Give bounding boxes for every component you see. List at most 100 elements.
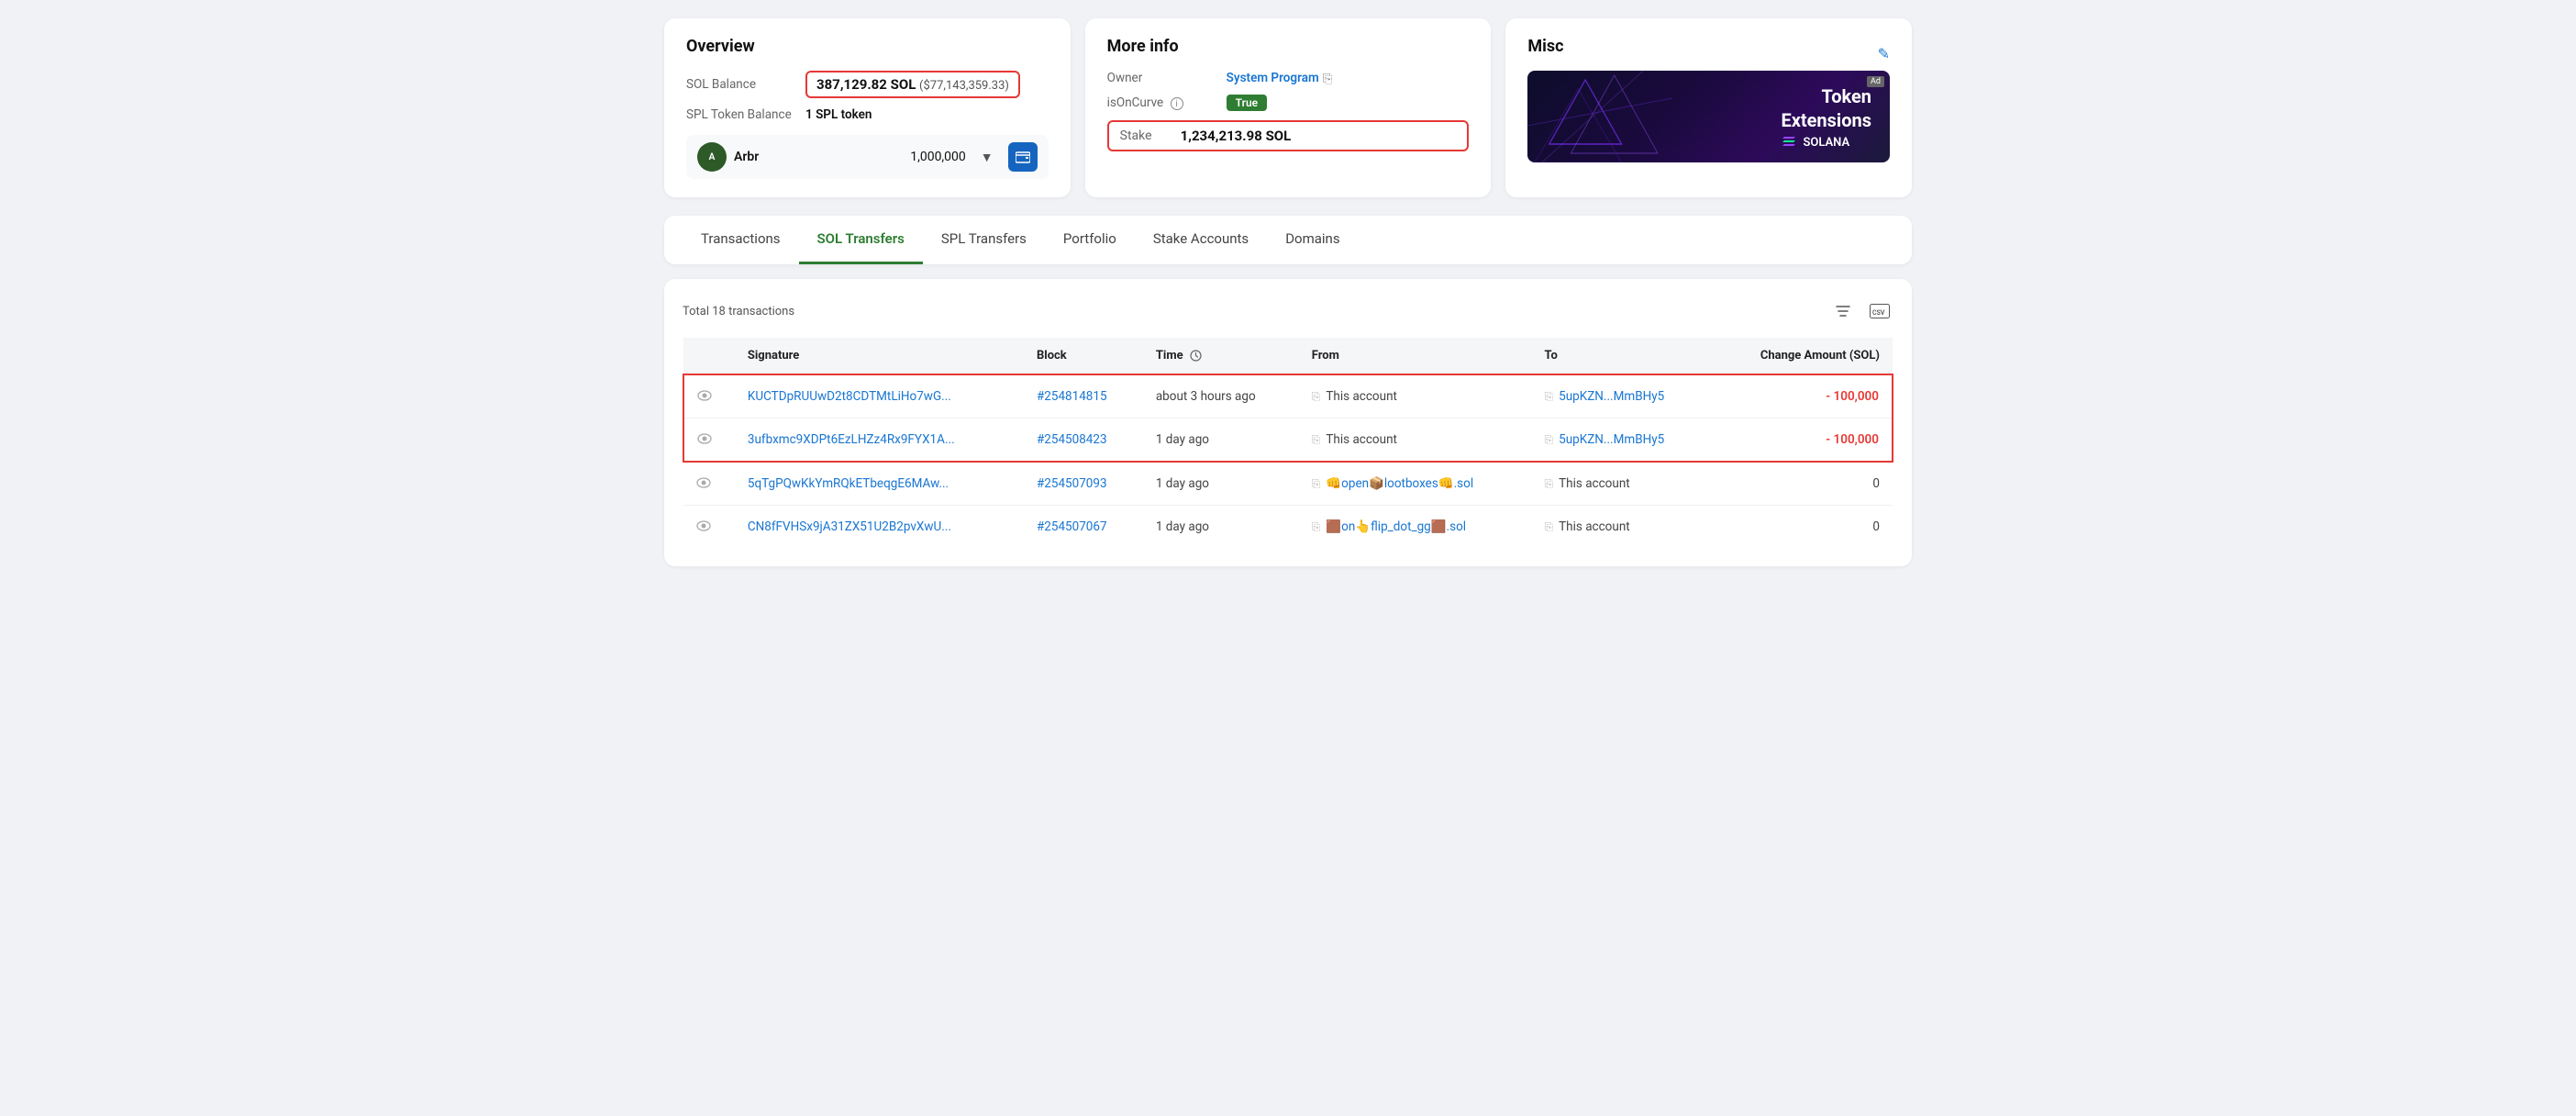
- eye-icon[interactable]: [697, 388, 712, 405]
- sol-balance-box: 387,129.82 SOL ($77,143,359.33): [805, 71, 1020, 98]
- signature-link[interactable]: KUCTDpRUUwD2t8CDTMtLiHo7wG...: [748, 389, 951, 404]
- from-value: This account: [1326, 432, 1397, 447]
- misc-card: Misc ✎ TokenExtensions: [1505, 18, 1912, 197]
- table-actions: CSV: [1829, 297, 1893, 325]
- owner-value[interactable]: System Program: [1227, 71, 1319, 85]
- table-section: Total 18 transactions CSV: [664, 279, 1912, 566]
- copy-to-icon[interactable]: ⎘: [1545, 520, 1554, 534]
- token-amount: 1,000,000: [910, 150, 966, 164]
- from-cell: ⎘ This account: [1299, 418, 1532, 463]
- misc-header: Misc ✎: [1527, 37, 1890, 71]
- svg-text:CSV: CSV: [1872, 309, 1885, 317]
- stake-label: Stake: [1120, 128, 1166, 143]
- copy-from-icon[interactable]: ⎘: [1312, 477, 1321, 491]
- col-time: Time: [1143, 338, 1299, 374]
- is-on-curve-info-icon[interactable]: i: [1171, 97, 1183, 110]
- ad-text: TokenExtensions: [1781, 84, 1871, 132]
- is-on-curve-label: isOnCurve i: [1107, 95, 1227, 110]
- dropdown-icon[interactable]: ▼: [981, 150, 994, 165]
- copy-icon[interactable]: ⎘: [1323, 72, 1336, 84]
- copy-from-icon[interactable]: ⎘: [1312, 433, 1321, 447]
- from-link[interactable]: 👊open📦lootboxes👊.sol: [1326, 476, 1473, 491]
- table-row: 5qTgPQwKkYmRQkETbeqgE6MAw... #254507093 1 …: [683, 462, 1893, 506]
- sol-balance-label: SOL Balance: [686, 77, 805, 92]
- ad-banner: TokenExtensions SOLANA Ad: [1527, 71, 1890, 162]
- from-value: This account: [1326, 389, 1397, 404]
- time-cell: 1 day ago: [1143, 462, 1299, 506]
- signature-link[interactable]: CN8fFVHSx9jA31ZX51U2B2pvXwU...: [748, 519, 951, 534]
- time-cell: 1 day ago: [1143, 418, 1299, 463]
- copy-to-icon[interactable]: ⎘: [1545, 477, 1554, 491]
- col-from: From: [1299, 338, 1532, 374]
- table-row: CN8fFVHSx9jA31ZX51U2B2pvXwU... #254507067…: [683, 506, 1893, 549]
- filter-icon[interactable]: [1829, 297, 1857, 325]
- copy-from-icon[interactable]: ⎘: [1312, 390, 1321, 404]
- to-value: This account: [1559, 476, 1630, 491]
- spl-token-value: 1 SPL token: [805, 107, 872, 122]
- amount-cell: 0: [1713, 462, 1893, 506]
- table-total: Total 18 transactions: [683, 305, 794, 318]
- table-row: KUCTDpRUUwD2t8CDTMtLiHo7wG... #254814815 a…: [683, 374, 1893, 418]
- from-cell: ⎘ 👊open📦lootboxes👊.sol: [1299, 462, 1532, 506]
- copy-to-icon[interactable]: ⎘: [1545, 390, 1554, 404]
- signature-link[interactable]: 3ufbxmc9XDPt6EzLHZz4Rx9FYX1A...: [748, 432, 955, 447]
- spl-token-row: SPL Token Balance 1 SPL token: [686, 107, 1049, 122]
- token-row: A Arbr 1,000,000 ▼: [686, 135, 1049, 179]
- eye-icon[interactable]: [697, 431, 712, 448]
- from-link[interactable]: 🟫on👆flip_dot_gg🟫.sol: [1326, 519, 1466, 534]
- table-header: Signature Block Time From To Change: [683, 338, 1893, 374]
- table-header-row: Total 18 transactions CSV: [683, 297, 1893, 325]
- tab-stake-accounts[interactable]: Stake Accounts: [1135, 216, 1267, 264]
- stake-box: Stake 1,234,213.98 SOL: [1107, 120, 1470, 151]
- time-clock-icon: [1190, 350, 1203, 363]
- from-cell: ⎘ 🟫on👆flip_dot_gg🟫.sol: [1299, 506, 1532, 549]
- spl-token-label: SPL Token Balance: [686, 107, 805, 122]
- overview-card: Overview SOL Balance 387,129.82 SOL ($77…: [664, 18, 1071, 197]
- owner-row: Owner System Program ⎘: [1107, 71, 1470, 85]
- is-on-curve-row: isOnCurve i True: [1107, 95, 1470, 111]
- to-value: This account: [1559, 519, 1630, 534]
- col-block: Block: [1024, 338, 1143, 374]
- more-info-title: More info: [1107, 37, 1470, 56]
- to-link[interactable]: 5upKZN...MmBHy5: [1559, 389, 1664, 404]
- col-signature: Signature: [735, 338, 1024, 374]
- tab-domains[interactable]: Domains: [1267, 216, 1358, 264]
- signature-link[interactable]: 5qTgPQwKkYmRQkETbeqgE6MAw...: [748, 476, 949, 491]
- amount-cell: - 100,000: [1713, 374, 1893, 418]
- col-to: To: [1532, 338, 1713, 374]
- stake-value: 1,234,213.98 SOL: [1181, 128, 1292, 144]
- eye-icon[interactable]: [696, 519, 711, 535]
- block-link[interactable]: #254507093: [1037, 476, 1107, 491]
- copy-from-icon[interactable]: ⎘: [1312, 520, 1321, 534]
- tab-portfolio[interactable]: Portfolio: [1045, 216, 1135, 264]
- ad-shapes: [1527, 71, 1745, 162]
- from-cell: ⎘ This account: [1299, 374, 1532, 418]
- table-row: 3ufbxmc9XDPt6EzLHZz4Rx9FYX1A... #25450842…: [683, 418, 1893, 463]
- block-link[interactable]: #254507067: [1037, 519, 1107, 534]
- token-name: Arbr: [734, 150, 759, 164]
- tab-transactions[interactable]: Transactions: [683, 216, 799, 264]
- tab-sol-transfers[interactable]: SOL Transfers: [799, 216, 923, 264]
- to-cell: ⎘ 5upKZN...MmBHy5: [1532, 374, 1713, 418]
- wallet-icon[interactable]: [1008, 142, 1038, 172]
- is-on-curve-badge: True: [1227, 95, 1267, 111]
- solana-label: SOLANA: [1803, 136, 1849, 150]
- tab-spl-transfers[interactable]: SPL Transfers: [923, 216, 1045, 264]
- transactions-table: Signature Block Time From To Change: [683, 338, 1893, 548]
- overview-title: Overview: [686, 37, 1049, 56]
- block-link[interactable]: #254814815: [1037, 389, 1107, 404]
- tabs-bar: Transactions SOL Transfers SPL Transfers…: [664, 216, 1912, 264]
- to-link[interactable]: 5upKZN...MmBHy5: [1559, 432, 1664, 447]
- sol-balance-value: 387,129.82 SOL: [816, 76, 916, 93]
- edit-icon[interactable]: ✎: [1878, 45, 1890, 62]
- time-cell: about 3 hours ago: [1143, 374, 1299, 418]
- col-amount: Change Amount (SOL): [1713, 338, 1893, 374]
- eye-icon[interactable]: [696, 475, 711, 492]
- to-cell: ⎘ 5upKZN...MmBHy5: [1532, 418, 1713, 463]
- block-link[interactable]: #254508423: [1037, 432, 1107, 447]
- copy-to-icon[interactable]: ⎘: [1545, 433, 1554, 447]
- sol-balance-usd: ($77,143,359.33): [919, 79, 1009, 93]
- csv-icon[interactable]: CSV: [1866, 297, 1893, 325]
- to-cell: ⎘ This account: [1532, 506, 1713, 549]
- sol-balance-row: SOL Balance 387,129.82 SOL ($77,143,359.…: [686, 71, 1049, 98]
